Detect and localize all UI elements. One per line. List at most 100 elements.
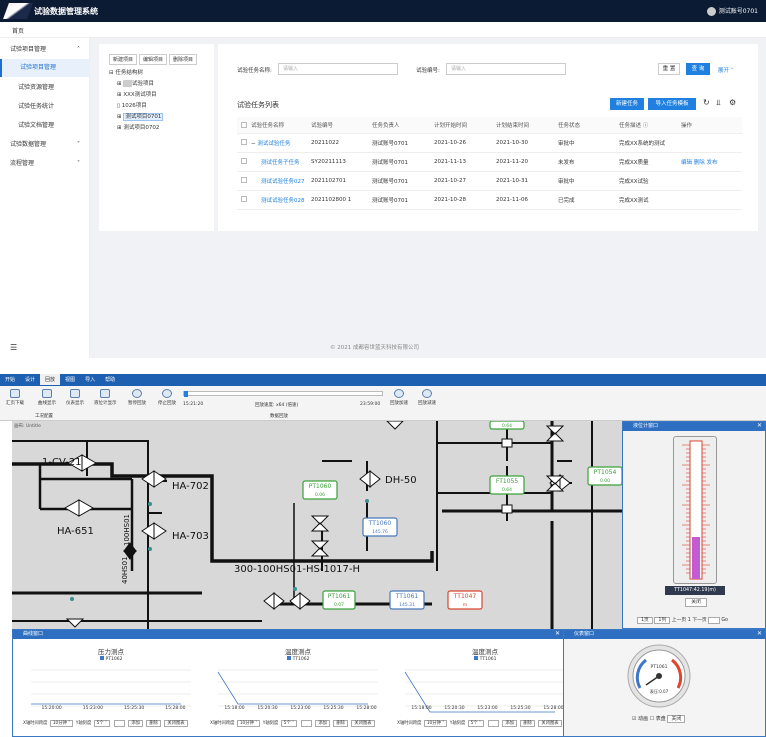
playback-slider[interactable] [183, 391, 383, 397]
process-canvas[interactable]: 画布: Untitle 1-CV-21 HA-651 HA-702 HA-703… [12, 421, 622, 629]
y-scale-input[interactable] [487, 720, 500, 727]
y-scale-select[interactable]: 5个 ˅ [467, 720, 485, 727]
y-scale-input[interactable] [300, 720, 313, 727]
edit-project-button[interactable]: 编辑项目 [139, 54, 168, 65]
delete-project-button[interactable]: 删除项目 [169, 54, 198, 65]
add-button[interactable]: 添加 [128, 720, 144, 727]
menu-view[interactable]: 视图 [60, 374, 80, 385]
instrument-pt1061[interactable]: PT1061 0.07 [322, 590, 356, 610]
x-span-select[interactable]: 10分钟 ˅ [49, 720, 74, 727]
slider-handle[interactable] [184, 391, 188, 397]
y-scale-select[interactable]: 5个 ˅ [93, 720, 111, 727]
download-button[interactable]: 汇页下载 [6, 389, 24, 406]
reset-button[interactable]: 重 置 [658, 63, 680, 75]
delete-button[interactable]: 删除 [146, 720, 161, 727]
go-button[interactable]: Go [721, 618, 728, 623]
page-input[interactable] [708, 617, 720, 624]
delete-button[interactable]: 删除 [333, 720, 348, 727]
row-checkbox[interactable] [241, 196, 247, 203]
query-button[interactable]: 查 询 [686, 63, 710, 75]
new-project-button[interactable]: 新建项目 [109, 54, 138, 65]
instrument-partial[interactable]: 0.64 [489, 421, 525, 430]
import-template-button[interactable]: 导入任务模板 [648, 98, 696, 110]
row-checkbox[interactable] [241, 177, 247, 184]
level-display-button[interactable]: 液位计显示 [94, 389, 117, 406]
select-all-checkbox[interactable] [241, 121, 247, 128]
curve-display-button[interactable]: 曲线显示 [38, 389, 56, 406]
instrument-tt1047[interactable]: TT1047 m [447, 590, 483, 610]
tree-node[interactable]: ⊟ 任务结构树 [109, 68, 209, 79]
menu-start[interactable]: 开始 [0, 374, 20, 385]
close-chart-button[interactable]: 关闭图表 [538, 720, 562, 727]
y-scale-select[interactable]: 5个 ˅ [280, 720, 298, 727]
menu-help[interactable]: 帮助 [100, 374, 120, 385]
sidebar-item-data-management[interactable]: 试验数据管理 ˅ [0, 136, 90, 154]
slow-down-button[interactable]: 回放减速 [418, 389, 436, 406]
close-icon[interactable]: ✕ [555, 630, 560, 637]
sidebar-item-resources[interactable]: 试验资源管理 [0, 79, 90, 97]
instrument-pt1054[interactable]: PT1054 0.00 [587, 466, 622, 486]
x-span-select[interactable]: 10分钟 ˅ [423, 720, 448, 727]
x-span-select[interactable]: 10分钟 ˅ [236, 720, 261, 727]
task-name-input[interactable]: 请输入 [278, 63, 398, 75]
sidebar-item-task-stats[interactable]: 试验任务统计 [0, 98, 90, 116]
cell-ops[interactable] [681, 190, 742, 210]
cell-ops[interactable]: 编辑 删除 发布 [681, 152, 742, 172]
close-chart-button[interactable]: 关闭图表 [351, 720, 375, 727]
next-page-link[interactable]: 下一页 [692, 618, 706, 623]
sidebar-item-project-management-sub[interactable]: 试验项目管理 [0, 59, 90, 77]
animation-checkbox[interactable]: ☑ [632, 716, 636, 722]
tree-node[interactable]: ▯ 1026项目 [109, 101, 209, 112]
column-height-icon[interactable]: ⫫ [716, 98, 721, 108]
instrument-tt1060[interactable]: TT1060 145.76 [362, 517, 398, 537]
tree-node[interactable]: ⊞ ██试验项目 [109, 79, 209, 90]
add-button[interactable]: 添加 [315, 720, 331, 727]
delete-button[interactable]: 删除 [520, 720, 535, 727]
level-close-button[interactable]: 关闭 [685, 598, 707, 607]
sidebar-item-documents[interactable]: 试验文档管理 [0, 117, 90, 135]
gauge-display-button[interactable]: 仪表显示 [66, 389, 84, 406]
close-icon[interactable]: ✕ [757, 630, 762, 637]
prev-page-link[interactable]: 上一页 [672, 618, 686, 623]
instrument-tt1061[interactable]: TT1061 145.31 [389, 590, 425, 610]
gear-icon[interactable]: ⚙ [729, 98, 736, 107]
refresh-icon[interactable]: ↻ [703, 98, 710, 107]
stop-playback-button[interactable]: 停止回放 [158, 389, 176, 406]
dial-checkbox[interactable]: ☐ [650, 716, 654, 722]
row-checkbox[interactable] [241, 158, 247, 165]
cell-ops[interactable] [681, 133, 742, 153]
pause-playback-button[interactable]: 暂停回放 [128, 389, 146, 406]
menu-import[interactable]: 导入 [80, 374, 100, 385]
menu-design[interactable]: 设计 [20, 374, 40, 385]
instrument-pt1060[interactable]: PT1060 0.06 [302, 480, 338, 500]
gauge-close-button[interactable]: 关闭 [667, 715, 686, 723]
add-button[interactable]: 添加 [502, 720, 518, 727]
row-checkbox[interactable] [241, 139, 247, 146]
new-task-button[interactable]: 新建任务 [610, 98, 644, 110]
sidebar-item-project-management[interactable]: 试验项目管理 ˄ [0, 41, 90, 59]
page-select[interactable]: 1页 [637, 617, 653, 624]
collapse-menu-icon[interactable]: ☰ [10, 343, 17, 352]
tree-node[interactable]: ⊞ XXX测试项目 [109, 90, 209, 101]
task-name-link[interactable]: 测试任务子任务 [261, 160, 300, 166]
tree-node[interactable]: ⊞ 测试项目0701 [109, 112, 209, 123]
task-name-link[interactable]: 测试试验任务028 [261, 198, 305, 204]
tab-home[interactable]: 首页 [12, 26, 24, 35]
expand-link[interactable]: 展开 ˅ [718, 66, 734, 74]
sidebar-item-process[interactable]: 流程管理 ˅ [0, 155, 90, 173]
task-name-label: 试验任务名称: [237, 68, 272, 74]
task-name-link[interactable]: 测试试验任务027 [261, 179, 305, 185]
task-name-link[interactable]: 测试试验任务 [257, 141, 290, 147]
collapse-row-icon[interactable]: − [251, 141, 256, 147]
per-page-select[interactable]: 1列 [654, 617, 671, 624]
code-input[interactable]: 请输入 [446, 63, 566, 75]
close-chart-button[interactable]: 关闭图表 [164, 720, 188, 727]
cell-ops[interactable] [681, 171, 742, 191]
menu-playback[interactable]: 回放 [40, 374, 61, 385]
close-icon[interactable]: ✕ [757, 422, 762, 429]
instrument-ft1055[interactable]: FT1055 0.64 [489, 475, 525, 495]
y-scale-input[interactable] [113, 720, 126, 727]
user-menu[interactable]: 测试账号0701 [706, 6, 758, 16]
speed-up-button[interactable]: 回放加速 [390, 389, 408, 406]
tree-node[interactable]: ⊞ 测试项目0702 [109, 123, 209, 134]
